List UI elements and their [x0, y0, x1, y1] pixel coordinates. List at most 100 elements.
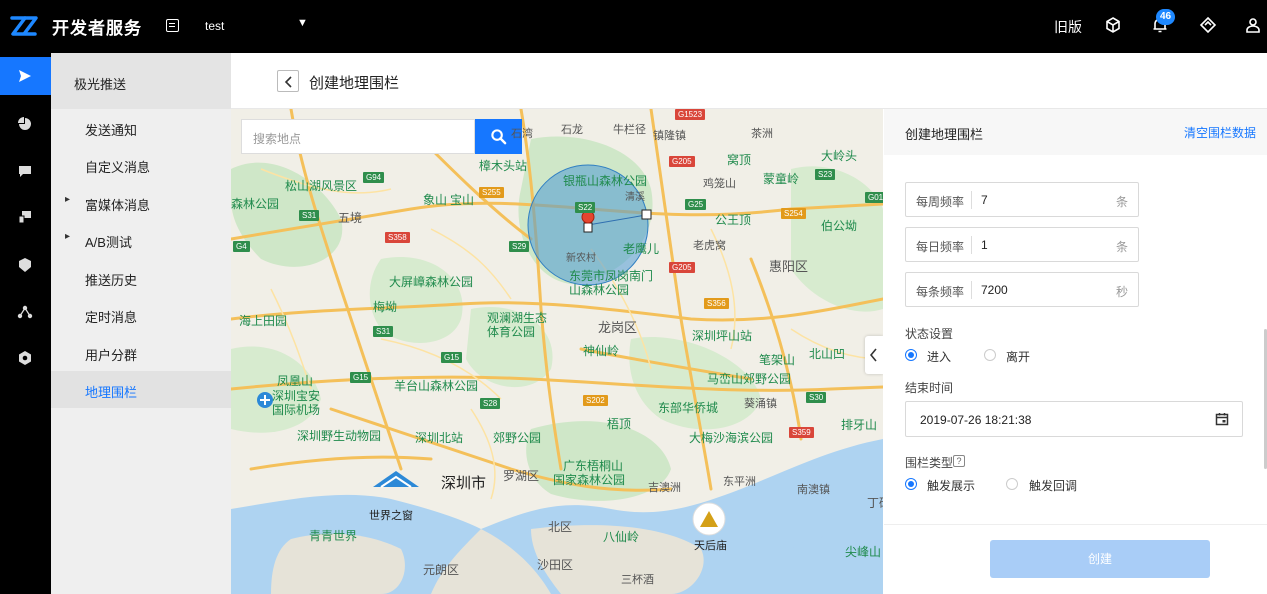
rail-item-settings[interactable]	[0, 339, 51, 377]
per-message-frequency-field[interactable]: 每条频率 7200 秒	[905, 272, 1139, 307]
map-label: 东平洲	[723, 476, 756, 488]
cube-icon[interactable]	[1104, 16, 1122, 34]
create-button[interactable]: 创建	[990, 540, 1210, 578]
divider	[971, 281, 972, 299]
map-label: 老鹰儿	[623, 242, 660, 256]
map-label: 石龙	[561, 124, 583, 136]
status-enter-radio[interactable]	[905, 349, 917, 361]
calendar-icon[interactable]	[1215, 412, 1229, 426]
road-shield: S29	[509, 241, 530, 252]
sidebar-item-scheduled[interactable]: 定时消息	[51, 296, 231, 333]
map-label: 吉澳洲	[648, 482, 681, 494]
rail-item-push[interactable]	[0, 57, 51, 95]
road-shield: S358	[385, 232, 410, 243]
collapse-panel-button[interactable]	[865, 336, 883, 374]
chevron-down-icon[interactable]: ▼	[297, 17, 308, 29]
status-enter-label[interactable]: 进入	[927, 348, 951, 365]
rail-item-devices[interactable]	[0, 198, 51, 236]
rail-item-network[interactable]	[0, 293, 51, 331]
panel-header: 创建地理围栏 清空围栏数据	[884, 109, 1267, 155]
brand-title[interactable]: 开发者服务	[52, 14, 142, 39]
app-selector[interactable]: test	[205, 19, 224, 33]
rail-item-message[interactable]	[0, 152, 51, 190]
map-label: 银瓶山森林公园	[563, 174, 648, 188]
fence-callback-label[interactable]: 触发回调	[1029, 477, 1077, 494]
map-label: 三杯酒	[621, 574, 654, 586]
fence-display-radio[interactable]	[905, 478, 917, 490]
map-label: 公王顶	[715, 213, 752, 227]
road-shield: G94	[363, 172, 385, 183]
old-version-link[interactable]: 旧版	[1054, 17, 1082, 37]
sidebar-item-label: 地理围栏	[85, 385, 138, 400]
map-label: 伯公坳	[821, 219, 858, 233]
help-icon[interactable]: ?	[953, 455, 965, 467]
divider	[971, 236, 972, 254]
map-search-input[interactable]: 搜索地点	[241, 119, 475, 154]
map-label: 山森林公园	[569, 283, 630, 297]
road-shield: G1523	[675, 109, 706, 120]
end-time-input[interactable]: 2019-07-26 18:21:38	[905, 401, 1243, 437]
doc-icon[interactable]	[166, 19, 179, 32]
map-label: 茶洲	[751, 128, 773, 140]
map-label: 沙田区	[537, 558, 574, 572]
map-label: 马峦山郊野公园	[707, 372, 792, 386]
map-label: 深圳坪山站	[692, 329, 753, 343]
field-unit: 条	[1115, 195, 1128, 209]
field-unit: 条	[1115, 240, 1128, 254]
field-unit: 秒	[1115, 285, 1128, 299]
sidebar-item-geofence[interactable]: 地理围栏	[51, 371, 231, 408]
field-value[interactable]: 7	[981, 193, 988, 207]
user-icon[interactable]	[1244, 16, 1262, 34]
map-label: 东部华侨城	[658, 401, 719, 415]
map-label: 鸡笼山	[703, 178, 736, 190]
shield-icon	[19, 258, 31, 272]
map-label: 象山	[423, 193, 448, 207]
road-shield: G0111	[865, 192, 883, 203]
clear-fence-link[interactable]: 清空围栏数据	[1184, 124, 1256, 141]
road-shield: S31	[373, 326, 394, 337]
sidebar-item-label: 富媒体消息	[85, 198, 151, 213]
field-value[interactable]: 7200	[981, 283, 1008, 297]
road-shield: S356	[704, 298, 729, 309]
sidebar-item-ab-test[interactable]: ▸ A/B测试	[51, 221, 231, 258]
road-shield: G4	[233, 241, 250, 252]
map-label: 神仙岭	[583, 344, 620, 358]
map-label: 葵涌镇	[744, 398, 777, 410]
rail-item-security[interactable]	[0, 246, 51, 284]
road-shield: G205	[669, 262, 695, 273]
map-label: 森林公园	[231, 197, 280, 211]
sidebar-item-custom-message[interactable]: 自定义消息	[51, 146, 231, 183]
sidebar-item-label: 定时消息	[85, 310, 138, 325]
map-label: 大梅沙海滨公园	[689, 431, 774, 445]
sidebar-item-rich-media[interactable]: ▸ 富媒体消息	[51, 184, 231, 221]
sidebar-item-user-segment[interactable]: 用户分群	[51, 334, 231, 371]
sidebar-item-push-history[interactable]: 推送历史	[51, 259, 231, 296]
map-label: 尖峰山	[845, 545, 882, 559]
map-label: 体育公园	[487, 325, 536, 339]
map-label: 龙岗区	[598, 320, 638, 335]
status-leave-label[interactable]: 离开	[1006, 348, 1030, 365]
sidebar-header-label: 极光推送	[74, 77, 127, 92]
map-label: 世界之窗	[369, 510, 413, 522]
rail-item-stats[interactable]	[0, 105, 51, 143]
fence-callback-radio[interactable]	[1006, 478, 1018, 490]
map-label: 北区	[548, 520, 573, 534]
logo-icon[interactable]	[9, 12, 39, 40]
road-shield: S202	[583, 395, 608, 406]
daily-frequency-field[interactable]: 每日频率 1 条	[905, 227, 1139, 262]
page-header: 创建地理围栏	[231, 53, 1267, 109]
map-view[interactable]: 搜索地点 G94 S31 G4 S255 S22 S29 S358 G25 G2…	[231, 109, 883, 594]
map-label: 元朗区	[423, 563, 460, 577]
field-value[interactable]: 1	[981, 238, 988, 252]
sidebar-item-send-notification[interactable]: 发送通知	[51, 109, 231, 146]
status-leave-radio[interactable]	[984, 349, 996, 361]
map-label: 蒙童岭	[763, 172, 800, 186]
diamond-icon[interactable]	[1199, 16, 1217, 34]
panel-footer: 创建	[884, 524, 1267, 594]
fence-display-label[interactable]: 触发展示	[927, 477, 975, 494]
map-label: 五境	[338, 211, 363, 225]
weekly-frequency-field[interactable]: 每周频率 7 条	[905, 182, 1139, 217]
map-label: 梧顶	[607, 417, 632, 431]
back-button[interactable]	[277, 70, 299, 92]
sidebar-item-label: 自定义消息	[85, 160, 151, 175]
